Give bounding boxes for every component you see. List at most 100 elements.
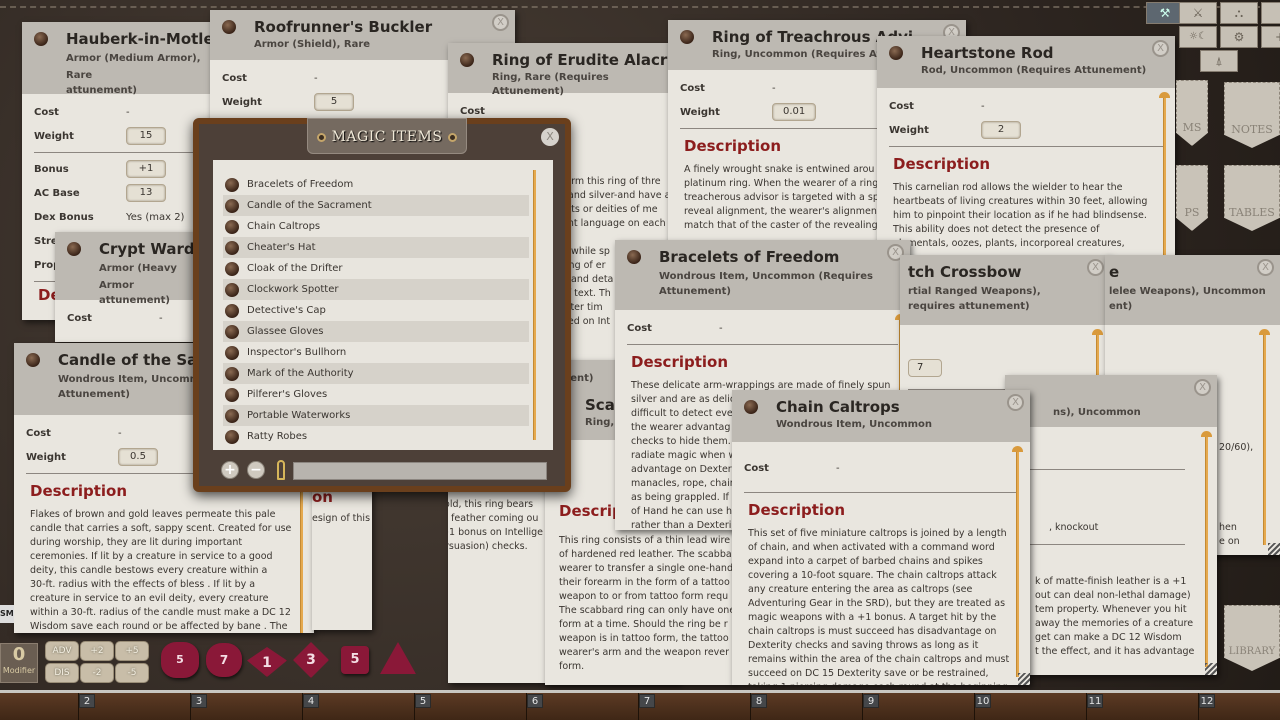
item-card-heartstone-rod[interactable]: Heartstone Rod Rod, Uncommon (Requires A… bbox=[877, 36, 1175, 266]
magic-item-list-item[interactable]: Glassee Gloves bbox=[223, 321, 529, 342]
add-item-button[interactable]: + bbox=[221, 461, 239, 479]
window-title-tab[interactable]: MAGIC ITEMS bbox=[307, 118, 467, 154]
item-link-icon[interactable] bbox=[225, 408, 239, 423]
d20-die-icon[interactable]: 5 bbox=[161, 642, 199, 678]
magic-item-list-item[interactable]: Detective's Cap bbox=[223, 300, 529, 321]
hotbar-slot-number[interactable]: 11 bbox=[1087, 694, 1103, 708]
magic-item-list-item[interactable]: Ratty Robes bbox=[223, 426, 529, 447]
item-card-chain-caltrops[interactable]: Chain Caltrops Wondrous Item, Uncommon X… bbox=[732, 390, 1030, 685]
item-link-icon[interactable] bbox=[225, 387, 239, 402]
weight-field[interactable]: 15 bbox=[126, 127, 166, 145]
settings-gear-icon[interactable]: ⚙ bbox=[1220, 26, 1258, 48]
resize-handle[interactable] bbox=[1018, 673, 1030, 685]
drag-knob-icon[interactable] bbox=[627, 250, 641, 264]
description-line: creature in service to an evil deity, ev… bbox=[30, 593, 269, 604]
magic-item-list-item[interactable]: Inspector's Bullhorn bbox=[223, 342, 529, 363]
d12-die-icon[interactable]: 7 bbox=[206, 643, 242, 677]
magic-item-list-item[interactable]: Clockwork Spotter bbox=[223, 279, 529, 300]
modifier-box[interactable]: 0 Modifier bbox=[0, 643, 38, 683]
magic-item-list-item[interactable]: Chain Caltrops bbox=[223, 216, 529, 237]
hotbar-slot-number[interactable]: 5 bbox=[415, 694, 431, 708]
search-input[interactable] bbox=[293, 462, 547, 480]
weight-field[interactable]: 7 bbox=[908, 359, 942, 377]
hotbar-slot-number[interactable]: 8 bbox=[751, 694, 767, 708]
item-link-icon[interactable] bbox=[225, 240, 239, 255]
bookmark-partial-1[interactable]: MS bbox=[1176, 80, 1208, 146]
tables-bookmark[interactable]: TABLES bbox=[1224, 165, 1280, 231]
item-card-crypt-warden[interactable]: Crypt Warden Armor (Heavy Armor attuneme… bbox=[55, 232, 205, 342]
filter-key-icon[interactable] bbox=[277, 460, 285, 480]
cost-label: Cost bbox=[744, 462, 769, 474]
bonus-field[interactable]: +1 bbox=[126, 160, 166, 178]
plus2-button[interactable]: +2 bbox=[80, 641, 114, 661]
hotbar-slot-number[interactable]: 2 bbox=[79, 694, 95, 708]
minus5-button[interactable]: -5 bbox=[115, 663, 149, 683]
hotbar-slot-number[interactable]: 10 bbox=[975, 694, 991, 708]
item-link-icon[interactable] bbox=[225, 198, 239, 213]
plus5-button[interactable]: +5 bbox=[115, 641, 149, 661]
item-link-icon[interactable] bbox=[225, 324, 239, 339]
magic-item-name: Chain Caltrops bbox=[247, 221, 321, 232]
character-tool-icon[interactable]: ⍋ bbox=[1200, 50, 1238, 72]
minus2-button[interactable]: -2 bbox=[80, 663, 114, 683]
scrollbar[interactable] bbox=[1159, 92, 1170, 266]
magic-items-window[interactable]: MAGIC ITEMS X Bracelets of Freedom Candle… bbox=[193, 118, 571, 492]
magic-item-list-item[interactable]: Mark of the Authority bbox=[223, 363, 529, 384]
magic-item-list-item[interactable]: Portable Waterworks bbox=[223, 405, 529, 426]
hotbar-slot-number[interactable]: 4 bbox=[303, 694, 319, 708]
magic-item-list-item[interactable]: Bracelets of Freedom bbox=[223, 174, 529, 195]
close-icon[interactable]: X bbox=[1007, 394, 1024, 411]
magic-item-list-item[interactable]: Cloak of the Drifter bbox=[223, 258, 529, 279]
drag-knob-icon[interactable] bbox=[67, 242, 81, 256]
weight-field[interactable]: 5 bbox=[314, 93, 354, 111]
drag-knob-icon[interactable] bbox=[744, 400, 758, 414]
scrollbar[interactable] bbox=[1012, 446, 1023, 677]
weight-field[interactable]: 0.01 bbox=[772, 103, 817, 121]
magic-item-list-item[interactable]: Candle of the Sacrament bbox=[223, 195, 529, 216]
drag-knob-icon[interactable] bbox=[460, 53, 474, 67]
party-tool-icon[interactable]: ⛬ bbox=[1220, 2, 1258, 24]
item-link-icon[interactable] bbox=[225, 303, 239, 318]
drag-knob-icon[interactable] bbox=[34, 32, 48, 46]
weight-field[interactable]: 0.5 bbox=[118, 448, 158, 466]
dis-button[interactable]: DIS bbox=[45, 663, 79, 683]
calendar-tool-icon[interactable]: ☼☾ bbox=[1179, 26, 1217, 48]
item-link-icon[interactable] bbox=[225, 282, 239, 297]
notes-bookmark[interactable]: NOTES bbox=[1224, 82, 1280, 148]
list-scrollbar[interactable] bbox=[533, 170, 536, 440]
close-icon[interactable]: X bbox=[541, 128, 559, 146]
remove-item-button[interactable]: − bbox=[247, 461, 265, 479]
divider bbox=[1005, 469, 1185, 470]
close-icon[interactable]: X bbox=[1087, 259, 1104, 276]
item-link-icon[interactable] bbox=[225, 177, 239, 192]
d6-die-icon[interactable]: 5 bbox=[341, 646, 369, 674]
bookmark-partial-2[interactable]: PS bbox=[1176, 165, 1208, 231]
adv-button[interactable]: ADV bbox=[45, 641, 79, 661]
drag-knob-icon[interactable] bbox=[26, 353, 40, 367]
magic-item-name: Portable Waterworks bbox=[247, 410, 351, 421]
drag-knob-icon[interactable] bbox=[889, 46, 903, 60]
library-bookmark[interactable]: LIBRARY bbox=[1224, 605, 1280, 671]
item-link-icon[interactable] bbox=[225, 261, 239, 276]
hotbar-slot-number[interactable]: 3 bbox=[191, 694, 207, 708]
item-link-icon[interactable] bbox=[225, 429, 239, 444]
item-link-icon[interactable] bbox=[225, 345, 239, 360]
hotbar-slot-number[interactable]: 12 bbox=[1199, 694, 1215, 708]
add-tool-icon[interactable]: + bbox=[1261, 26, 1280, 48]
close-icon[interactable]: X bbox=[1152, 40, 1169, 57]
hotbar-slot-number[interactable]: 6 bbox=[527, 694, 543, 708]
hotbar-slot-number[interactable]: 7 bbox=[639, 694, 655, 708]
item-link-icon[interactable] bbox=[225, 366, 239, 381]
combat-tool-icon[interactable]: ⚔ bbox=[1179, 2, 1217, 24]
item-card-partial[interactable]: on esign of this bbox=[312, 480, 372, 630]
ac-base-field[interactable]: 13 bbox=[126, 184, 166, 202]
weight-field[interactable]: 2 bbox=[981, 121, 1021, 139]
hotbar-slot-number[interactable]: 9 bbox=[863, 694, 879, 708]
drag-knob-icon[interactable] bbox=[680, 30, 694, 44]
close-icon[interactable]: X bbox=[492, 14, 509, 31]
magic-item-list-item[interactable]: Cheater's Hat bbox=[223, 237, 529, 258]
drag-knob-icon[interactable] bbox=[222, 20, 236, 34]
story-tool-icon[interactable] bbox=[1261, 2, 1280, 24]
magic-item-list-item[interactable]: Pilferer's Gloves bbox=[223, 384, 529, 405]
item-link-icon[interactable] bbox=[225, 219, 239, 234]
